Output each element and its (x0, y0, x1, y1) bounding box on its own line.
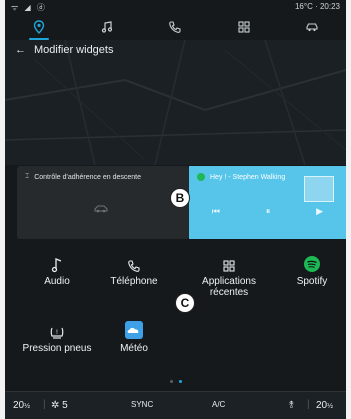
hill-descent-icon (93, 200, 109, 218)
weather-icon (125, 321, 143, 339)
slope-icon: ⌶ (25, 173, 30, 180)
app-spotify[interactable]: Spotify (272, 253, 346, 287)
clock: 20:23 (319, 2, 340, 11)
page-dot[interactable] (169, 380, 173, 383)
music-note-icon (51, 258, 62, 273)
car-icon (306, 23, 318, 32)
app-tyre-pressure[interactable]: ! Pression pneus (17, 320, 97, 354)
music-note-icon (102, 21, 113, 33)
outside-temperature: 16°C (294, 2, 313, 11)
page-dot-active[interactable] (178, 380, 182, 383)
ac-button[interactable]: A/C (212, 400, 225, 409)
album-cover (304, 176, 334, 202)
fan-icon: ✲ (51, 400, 60, 411)
page-header: ← Modifier widgets (15, 44, 113, 56)
right-temperature[interactable]: 20½ (316, 400, 333, 411)
previous-track-icon[interactable]: ⏮ (212, 206, 220, 217)
pause-icon[interactable]: ⏸ (266, 206, 271, 217)
app-phone-label: Téléphone (110, 276, 158, 287)
nav-phone[interactable] (155, 15, 195, 39)
location-pin-icon (33, 20, 45, 34)
app-weather[interactable]: Météo (94, 320, 174, 354)
page-title: Modifier widgets (34, 44, 114, 56)
app-audio[interactable]: Audio (17, 253, 97, 287)
nav-music[interactable] (87, 15, 127, 39)
status-right: 16°C · 20:23 (294, 2, 340, 11)
map-roads (5, 40, 346, 165)
callout-b: B (170, 188, 190, 208)
app-recent-apps-label: Applications récentes (202, 276, 256, 298)
map-background (5, 40, 346, 165)
top-navigation (5, 14, 346, 40)
back-button[interactable]: ← (15, 44, 26, 56)
spotify-widget[interactable]: Hey ! - Stephen Walking ⏮ ⏸ ▶ (189, 166, 346, 239)
climate-bar: 20½ | ✲ 5 SYNC A/C ⥉ | 20½ (5, 391, 346, 419)
app-audio-label: Audio (44, 276, 70, 287)
apps-grid-icon (238, 21, 250, 33)
app-recent-apps[interactable]: Applications récentes (189, 253, 269, 298)
infotainment-screen: ᯤ ◢ ⓓ 16°C · 20:23 ← Modifier widgets ⌶ … (5, 0, 346, 419)
next-track-icon[interactable]: ▶ (316, 206, 323, 217)
sync-button[interactable]: SYNC (131, 400, 153, 409)
svg-text:!: ! (56, 329, 58, 336)
hill-descent-widget-title: ⌶ Contrôle d'adhérence en descente (25, 173, 142, 181)
page-indicator (5, 380, 346, 383)
app-weather-label: Météo (120, 343, 148, 354)
app-tyre-pressure-label: Pression pneus (22, 343, 92, 354)
status-bar: ᯤ ◢ ⓓ 16°C · 20:23 (5, 0, 346, 14)
left-temperature[interactable]: 20½ (13, 400, 30, 411)
fan-speed[interactable]: ✲ 5 (51, 400, 68, 411)
playback-controls: ⏮ ⏸ ▶ (189, 206, 346, 217)
app-phone[interactable]: Téléphone (94, 253, 174, 287)
status-icons: ᯤ ◢ ⓓ (11, 3, 47, 12)
tyre-pressure-icon: ! (50, 327, 64, 339)
nav-vehicle[interactable] (292, 15, 332, 39)
nav-apps[interactable] (224, 15, 264, 39)
phone-icon (128, 260, 140, 272)
app-spotify-label: Spotify (296, 276, 328, 287)
hill-descent-widget[interactable]: ⌶ Contrôle d'adhérence en descente ⌐ (17, 166, 189, 239)
callout-c: C (175, 293, 195, 313)
spotify-widget-title: Hey ! - Stephen Walking (197, 173, 285, 181)
apps-grid-icon (223, 260, 235, 272)
spotify-logo-icon (197, 173, 205, 181)
phone-icon (169, 21, 182, 33)
nav-navigation[interactable] (19, 15, 59, 40)
seat-heating-icon[interactable]: ⥉ (289, 400, 294, 411)
spotify-logo-icon (304, 256, 320, 272)
